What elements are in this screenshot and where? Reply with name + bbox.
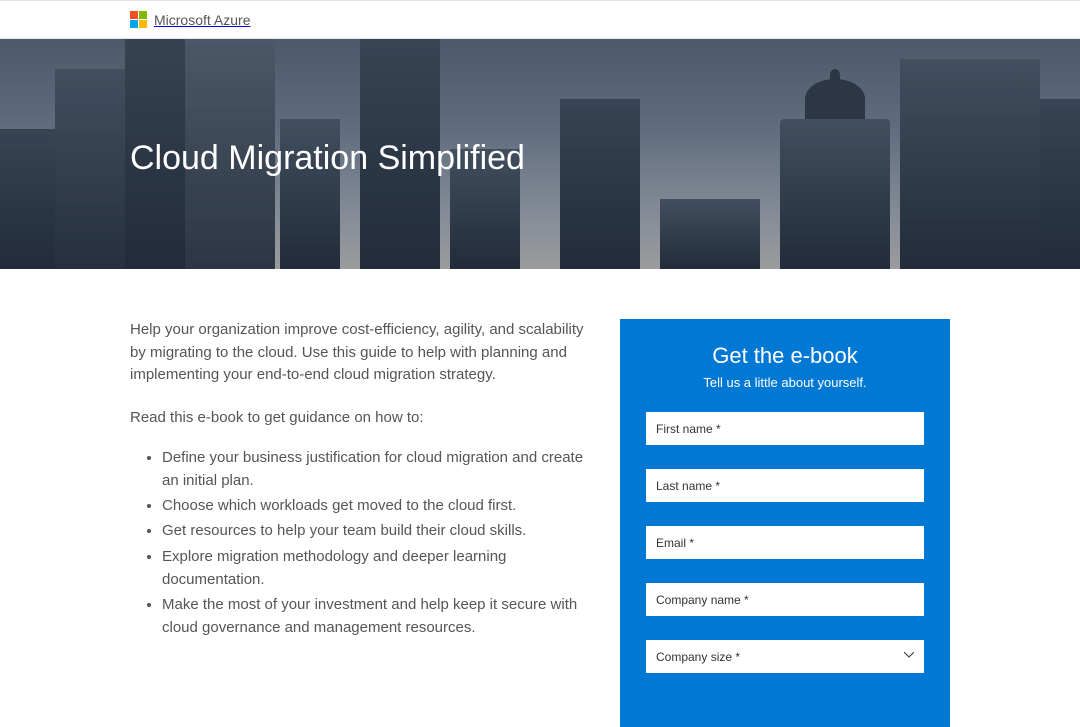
list-item: Make the most of your investment and hel…	[162, 593, 590, 640]
list-item: Get resources to help your team build th…	[162, 519, 590, 542]
email-field[interactable]	[646, 526, 924, 559]
brand-text: Microsoft Azure	[154, 12, 250, 28]
brand-logo[interactable]: Microsoft Azure	[130, 11, 250, 28]
lead-paragraph: Read this e-book to get guidance on how …	[130, 409, 590, 426]
main-content: Help your organization improve cost-effi…	[0, 269, 1080, 727]
first-name-field[interactable]	[646, 412, 924, 445]
microsoft-logo-icon	[130, 11, 147, 28]
hero-banner: Cloud Migration Simplified	[0, 39, 1080, 269]
site-header: Microsoft Azure	[0, 1, 1080, 39]
last-name-field[interactable]	[646, 469, 924, 502]
form-subtitle: Tell us a little about yourself.	[646, 375, 924, 390]
page-title: Cloud Migration Simplified	[130, 139, 525, 178]
list-item: Explore migration methodology and deeper…	[162, 545, 590, 592]
list-item: Define your business justification for c…	[162, 446, 590, 493]
article-body: Help your organization improve cost-effi…	[130, 319, 590, 727]
list-item: Choose which workloads get moved to the …	[162, 494, 590, 517]
lead-form-panel: Get the e-book Tell us a little about yo…	[620, 319, 950, 727]
company-name-field[interactable]	[646, 583, 924, 616]
company-size-wrap: Company size *	[646, 640, 924, 673]
intro-paragraph: Help your organization improve cost-effi…	[130, 319, 590, 387]
form-title: Get the e-book	[646, 343, 924, 369]
company-size-select[interactable]: Company size *	[646, 640, 924, 673]
bullet-list: Define your business justification for c…	[130, 446, 590, 640]
